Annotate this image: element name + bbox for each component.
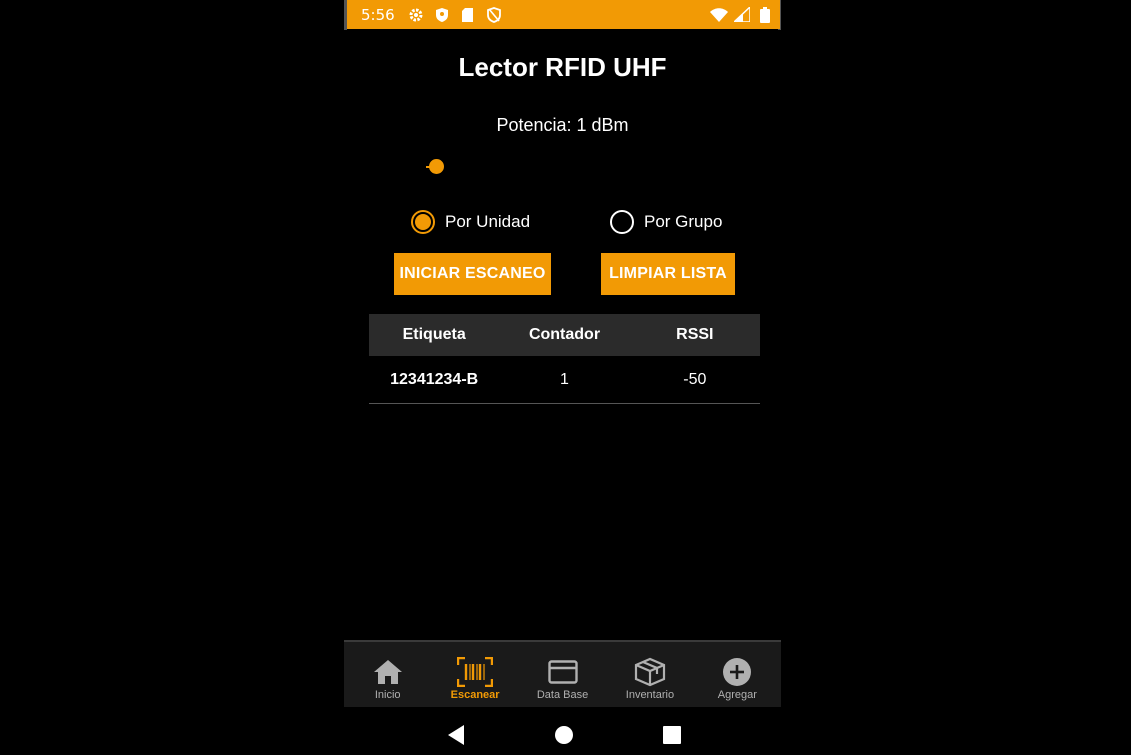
nav-label: Inventario xyxy=(625,689,675,701)
nav-label: Inicio xyxy=(374,689,401,701)
nav-item-escanear[interactable]: Escanear xyxy=(431,642,518,707)
card-icon xyxy=(547,657,578,687)
table-row[interactable]: 12341234-B 1 -50 xyxy=(369,356,760,404)
cell-rssi: -50 xyxy=(683,370,707,388)
nav-item-inicio[interactable]: Inicio xyxy=(344,642,431,707)
radio-label: Por Unidad xyxy=(445,212,531,231)
back-button[interactable] xyxy=(446,724,466,751)
nav-label: Agregar xyxy=(717,689,757,701)
nav-item-inventario[interactable]: Inventario xyxy=(606,642,693,707)
cell-etiqueta: 12341234-B xyxy=(390,370,479,388)
radio-por-grupo[interactable]: Por Grupo xyxy=(610,210,722,234)
wifi-icon xyxy=(710,6,728,24)
nav-item-agregar[interactable]: Agregar xyxy=(694,642,781,707)
nav-item-data-base[interactable]: Data Base xyxy=(519,642,606,707)
status-bar: 5:56 xyxy=(347,0,780,29)
home-circle-icon xyxy=(555,726,573,744)
home-icon xyxy=(373,657,403,687)
radio-circle-unchecked[interactable] xyxy=(610,210,634,234)
radio-label: Por Grupo xyxy=(644,212,723,231)
power-label: Potencia: 1 dBm xyxy=(496,115,629,135)
table-header: Etiqueta Contador RSSI xyxy=(369,314,760,356)
home-button[interactable] xyxy=(555,726,573,749)
recents-button[interactable] xyxy=(663,726,681,749)
column-header-rssi: RSSI xyxy=(676,326,714,343)
radio-por-unidad[interactable]: Por Unidad xyxy=(411,210,530,234)
bottom-navigation: Inicio Escanear Data Base Inventario Agr… xyxy=(344,640,781,707)
radio-circle-checked[interactable] xyxy=(411,210,435,234)
sd-card-icon xyxy=(459,6,477,24)
barcode-scan-icon xyxy=(457,657,494,687)
recents-square-icon xyxy=(663,726,681,744)
cell-contador: 1 xyxy=(560,370,569,388)
radio-dot xyxy=(415,214,431,230)
clear-list-button[interactable]: LIMPIAR LISTA xyxy=(601,253,735,295)
add-circle-icon xyxy=(722,657,752,687)
box-icon xyxy=(634,657,666,687)
slider-thumb[interactable] xyxy=(429,159,444,174)
nav-label: Data Base xyxy=(536,689,589,701)
column-header-contador: Contador xyxy=(528,326,601,343)
start-scan-button[interactable]: INICIAR ESCANEO xyxy=(394,253,551,295)
phone-screen: 5:56 Lector RFID UHF Potencia: 1 dBm Por… xyxy=(344,0,781,755)
tags-table: Etiqueta Contador RSSI 12341234-B 1 -50 xyxy=(369,314,760,404)
status-time: 5:56 xyxy=(361,5,395,24)
shield-icon xyxy=(433,6,451,24)
nav-label: Escanear xyxy=(450,689,500,701)
page-title: Lector RFID UHF xyxy=(458,52,667,82)
column-header-etiqueta: Etiqueta xyxy=(402,326,466,343)
signal-icon xyxy=(733,6,751,24)
battery-icon xyxy=(756,6,774,24)
power-slider[interactable] xyxy=(426,158,697,176)
back-triangle-icon xyxy=(448,725,464,745)
privacy-icon xyxy=(485,6,503,24)
gear-icon xyxy=(407,6,425,24)
